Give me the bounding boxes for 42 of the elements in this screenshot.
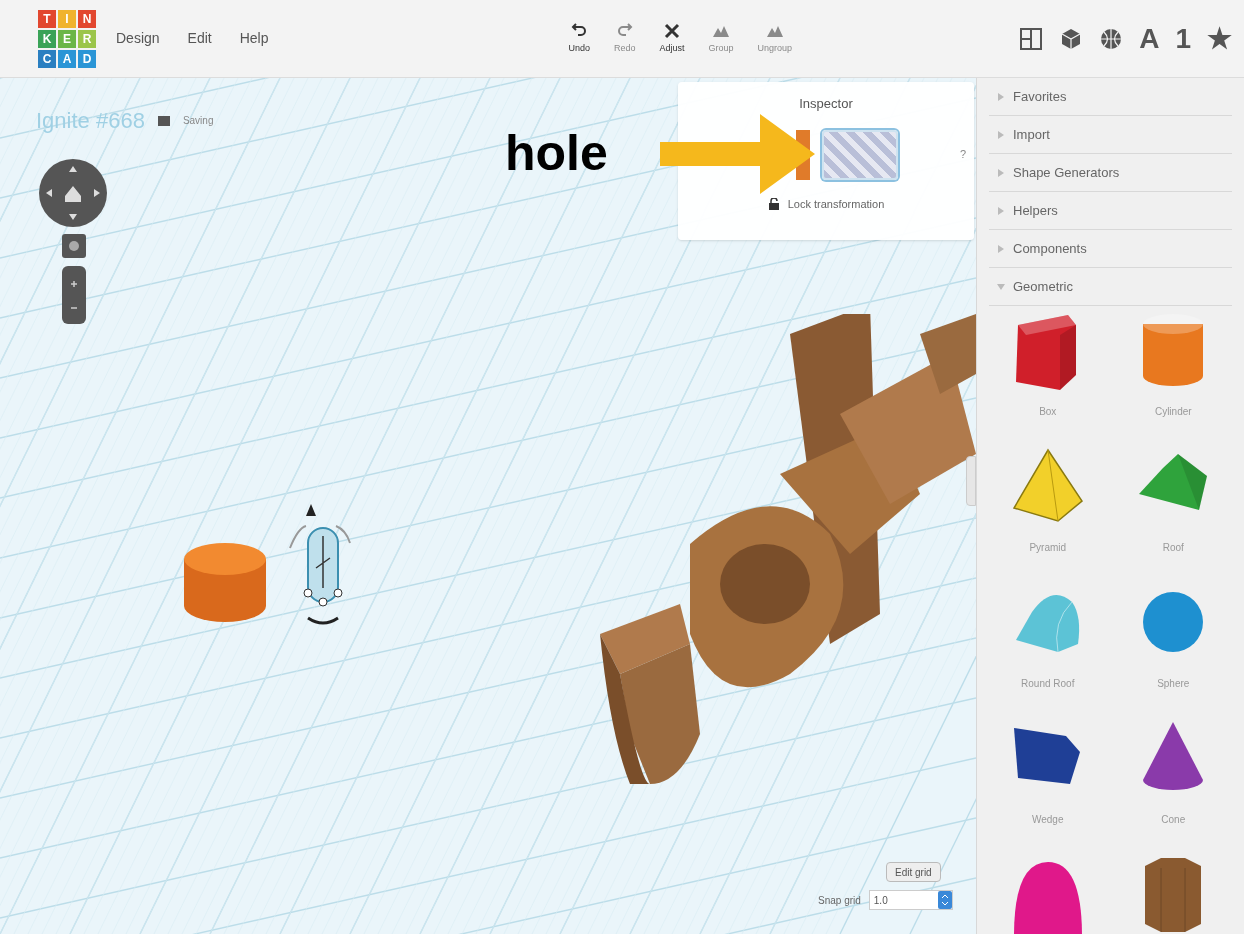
grid-button[interactable] (1019, 26, 1044, 51)
help-mark[interactable]: ? (959, 146, 966, 163)
ball-button[interactable] (1099, 26, 1124, 51)
undo-button[interactable]: Undo (568, 21, 591, 56)
lock-transformation-option[interactable]: Lock transformation (787, 195, 885, 212)
shape-category-button[interactable]: 1 (1175, 24, 1191, 53)
collapsed-caret-icon (997, 168, 1005, 177)
sidebar-section[interactable]: Import (989, 116, 1232, 154)
adjust-button[interactable]: Adjust (659, 21, 685, 56)
adjust-icon (663, 21, 682, 40)
inspector-title: Inspector (799, 95, 853, 113)
home-view-button[interactable] (62, 234, 86, 258)
collapsed-caret-icon (997, 130, 1005, 139)
collapsed-caret-icon (997, 206, 1005, 215)
sidebar-section[interactable]: Geometric (989, 268, 1232, 306)
sidebar-section[interactable]: Shape Generators (989, 154, 1232, 192)
collapsed-caret-icon (997, 244, 1005, 253)
menu-item[interactable]: Design (116, 28, 160, 49)
grid-icon (1019, 26, 1044, 51)
annotation-label: hole (505, 128, 608, 178)
stepper-icon (937, 891, 952, 909)
snap-grid-label: Snap grid (818, 893, 861, 908)
snap-grid-select[interactable]: 1.0 (868, 890, 953, 910)
view-navigation-control[interactable] (38, 158, 108, 228)
shape-category-button[interactable]: ★ (1207, 24, 1232, 53)
zoom-control[interactable] (62, 266, 86, 324)
sidebar-section[interactable]: Favorites (989, 78, 1232, 116)
hole-swatch[interactable] (822, 129, 898, 180)
menu-item[interactable]: Edit (187, 28, 212, 49)
lock-icon (767, 197, 780, 210)
ball-icon (1099, 26, 1124, 51)
logo[interactable]: T I N K E R C A D (38, 9, 96, 68)
shape-category-button[interactable]: A (1139, 24, 1160, 53)
menu-item[interactable]: Help (239, 28, 269, 49)
sidebar-section[interactable]: Components (989, 230, 1232, 268)
rename-icon (156, 114, 171, 127)
expanded-caret-icon (997, 282, 1005, 291)
sidebar-section[interactable]: Helpers (989, 192, 1232, 230)
panel-collapse-handle[interactable] (966, 456, 976, 506)
collapsed-caret-icon (997, 92, 1005, 101)
edit-grid-button[interactable]: Edit grid (886, 862, 941, 882)
save-status: Saving (182, 114, 214, 128)
